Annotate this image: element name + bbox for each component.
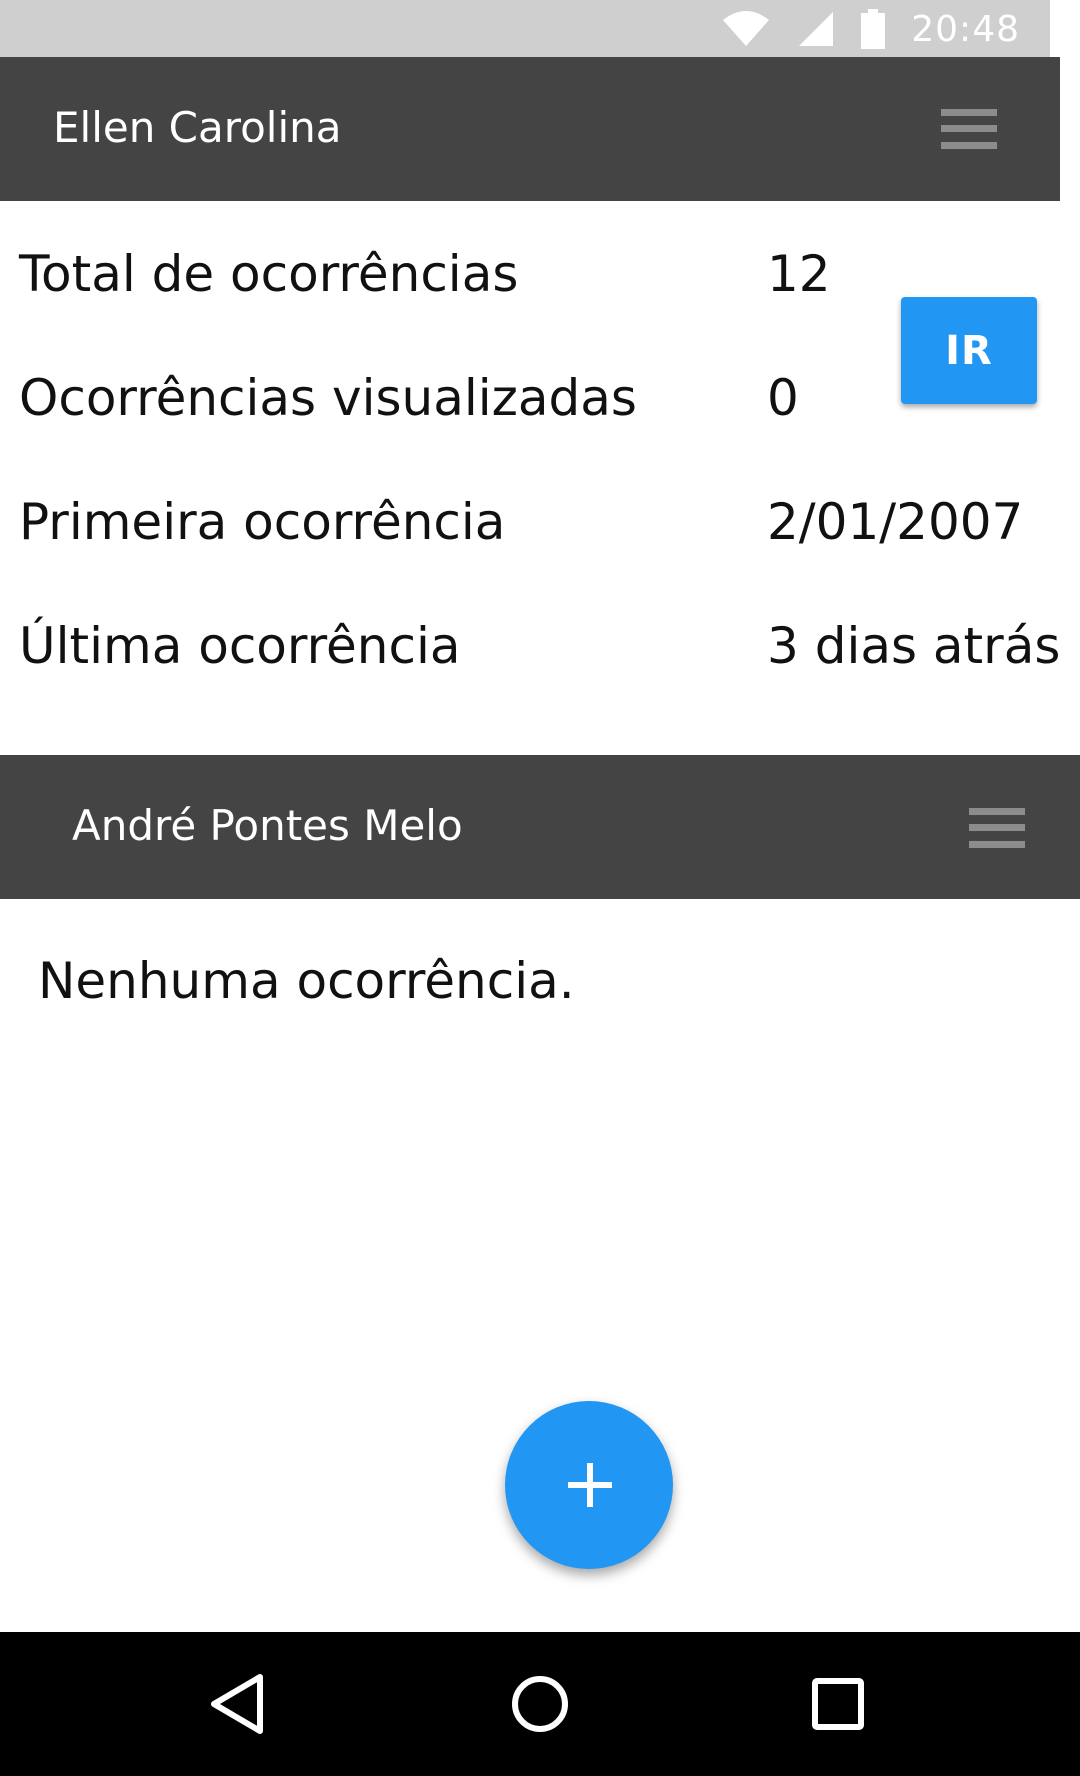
stat-label: Última ocorrência bbox=[19, 617, 461, 675]
battery-icon bbox=[861, 9, 886, 49]
home-icon[interactable] bbox=[510, 1672, 570, 1736]
stat-label: Total de ocorrências bbox=[19, 245, 519, 303]
menu-icon[interactable] bbox=[941, 109, 997, 149]
stat-value: 2/01/2007 bbox=[767, 493, 1024, 551]
empty-state-text: Nenhuma ocorrência. bbox=[38, 952, 575, 1010]
add-button[interactable] bbox=[505, 1401, 673, 1569]
back-icon[interactable] bbox=[208, 1672, 268, 1736]
menu-icon[interactable] bbox=[969, 808, 1025, 848]
status-icons: 20:48 bbox=[721, 8, 1020, 50]
stat-value: 12 bbox=[767, 245, 831, 303]
recents-icon[interactable] bbox=[810, 1672, 866, 1736]
card-title: André Pontes Melo bbox=[72, 801, 463, 850]
card-header: André Pontes Melo bbox=[0, 755, 1080, 899]
signal-icon bbox=[797, 10, 835, 48]
stat-value: 0 bbox=[767, 369, 799, 427]
status-time: 20:48 bbox=[911, 8, 1020, 50]
wifi-icon bbox=[721, 10, 771, 48]
stat-value: 3 dias atrás bbox=[767, 617, 1061, 675]
stat-label: Ocorrências visualizadas bbox=[19, 369, 637, 427]
stat-label: Primeira ocorrência bbox=[19, 493, 506, 551]
go-button[interactable]: IR bbox=[901, 297, 1037, 404]
stat-row-last: Última ocorrência 3 dias atrás bbox=[0, 584, 1080, 708]
card-header: Ellen Carolina bbox=[0, 57, 1060, 201]
navigation-bar bbox=[0, 1632, 1080, 1776]
stat-row-first: Primeira ocorrência 2/01/2007 bbox=[0, 460, 1080, 584]
status-bar: 20:48 bbox=[0, 0, 1050, 57]
card-title: Ellen Carolina bbox=[53, 103, 342, 152]
